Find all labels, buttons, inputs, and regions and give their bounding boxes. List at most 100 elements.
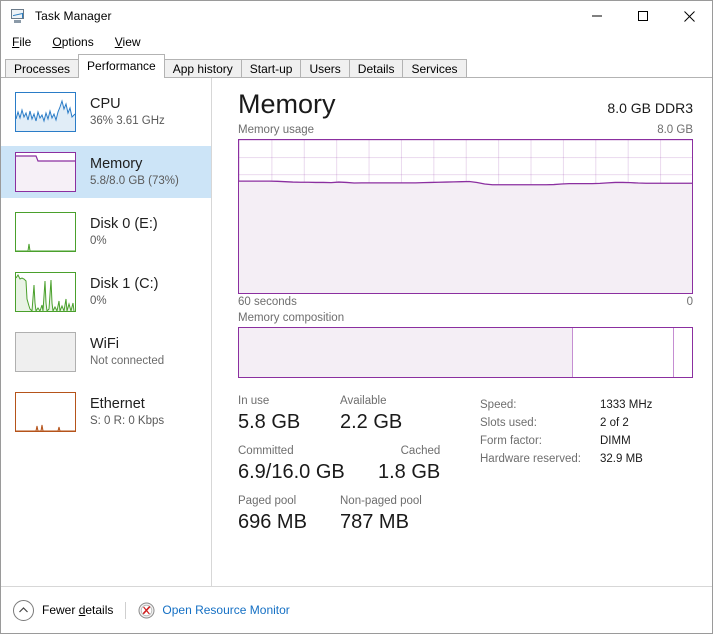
open-resource-monitor-link[interactable]: Open Resource Monitor [138, 602, 290, 619]
memory-stats-details: Speed: 1333 MHz Slots used: 2 of 2 Form … [480, 394, 652, 544]
stat-cached-value: 1.8 GB [378, 461, 441, 483]
stat-committed: Committed 6.9/16.0 GB [238, 444, 378, 485]
memory-usage-label: Memory usage [238, 124, 315, 136]
tab-performance[interactable]: Performance [78, 54, 165, 78]
sidebar-item-disk1-name: Disk 1 (C:) [90, 275, 159, 292]
sidebar-item-disk0-sub: 0% [90, 234, 107, 247]
stat-paged-pool: Paged pool 696 MB [238, 494, 340, 535]
page-title: Memory [238, 89, 336, 119]
sidebar-item-disk0-text: Disk 0 (E:) 0% [90, 216, 158, 249]
detail-speed: Speed: 1333 MHz [480, 396, 652, 414]
menu-item-file-label: ile [19, 35, 32, 49]
maximize-button[interactable] [620, 1, 666, 31]
task-manager-icon [10, 8, 27, 25]
sidebar-item-memory-name: Memory [90, 155, 143, 172]
stat-committed-value: 6.9/16.0 GB [238, 461, 345, 483]
status-divider [125, 601, 127, 619]
memory-header: Memory 8.0 GB DDR3 [238, 88, 693, 121]
minimize-button[interactable] [574, 1, 620, 31]
detail-form-factor-value: DIMM [600, 435, 631, 447]
sidebar-item-wifi-name: WiFi [90, 335, 119, 352]
sidebar-item-memory[interactable]: Memory 5.8/8.0 GB (73%) [1, 146, 211, 198]
menu-bar: File Options View [1, 31, 712, 53]
sidebar-item-cpu-text: CPU 36% 3.61 GHz [90, 96, 165, 129]
stat-committed-caption: Committed [238, 445, 294, 457]
ethernet-sparkline-icon [15, 392, 76, 432]
window-controls [574, 1, 712, 31]
detail-form-factor-key: Form factor: [480, 435, 542, 447]
sidebar-item-cpu[interactable]: CPU 36% 3.61 GHz [1, 86, 211, 138]
sidebar-item-cpu-sub: 36% 3.61 GHz [90, 114, 165, 127]
sidebar-item-wifi-text: WiFi Not connected [90, 336, 164, 369]
sidebar-item-ethernet[interactable]: Ethernet S: 0 R: 0 Kbps [1, 386, 211, 438]
tab-processes[interactable]: Processes [5, 59, 80, 78]
memory-usage-max: 8.0 GB [657, 124, 693, 136]
sidebar-item-disk1[interactable]: Disk 1 (C:) 0% [1, 266, 211, 318]
memory-usage-caption-row: Memory usage 8.0 GB [238, 124, 693, 136]
memory-composition-label: Memory composition [238, 312, 345, 324]
window-title: Task Manager [35, 9, 112, 23]
open-resource-monitor-label: Open Resource Monitor [162, 603, 290, 617]
tab-services[interactable]: Services [402, 59, 467, 78]
tab-start-up[interactable]: Start-up [240, 59, 302, 78]
stat-row-2: Committed 6.9/16.0 GB Cached 1.8 GB [238, 444, 480, 485]
stat-non-paged-pool-caption: Non-paged pool [340, 495, 422, 507]
detail-hardware-reserved: Hardware reserved: 32.9 MB [480, 450, 652, 468]
sidebar-item-wifi-sub: Not connected [90, 354, 165, 367]
sidebar-item-disk1-text: Disk 1 (C:) 0% [90, 276, 158, 309]
fewer-details-prefix: Fewer [42, 603, 79, 617]
composition-divider-2 [673, 328, 674, 377]
memory-usage-axis: 60 seconds 0 [238, 296, 693, 308]
memory-usage-graph-wrap: 60 seconds 0 [238, 139, 693, 308]
stat-non-paged-pool-value: 787 MB [340, 511, 409, 533]
tab-users[interactable]: Users [300, 59, 350, 78]
menu-item-view-label: iew [122, 35, 141, 49]
sidebar-item-cpu-name: CPU [90, 95, 121, 112]
memory-composition-bar[interactable] [238, 327, 693, 378]
detail-hardware-reserved-key: Hardware reserved: [480, 453, 581, 465]
memory-sparkline-icon [15, 152, 76, 192]
detail-slots-used: Slots used: 2 of 2 [480, 414, 652, 432]
disk0-sparkline-icon [15, 212, 76, 252]
wifi-sparkline-icon [15, 332, 76, 372]
title-bar: Task Manager [1, 1, 712, 31]
sidebar-item-disk1-sub: 0% [90, 294, 107, 307]
memory-usage-graph [238, 139, 693, 294]
cpu-sparkline-icon [15, 92, 76, 132]
performance-content: CPU 36% 3.61 GHz Memory 5.8/8.0 GB (73%) [1, 78, 712, 586]
sidebar-item-memory-sub: 5.8/8.0 GB (73%) [90, 174, 179, 187]
stat-in-use-caption: In use [238, 395, 270, 407]
axis-label-right: 0 [686, 296, 693, 308]
stat-row-1: In use 5.8 GB Available 2.2 GB [238, 394, 480, 435]
stat-row-3: Paged pool 696 MB Non-paged pool 787 MB [238, 494, 480, 535]
memory-stats-primary: In use 5.8 GB Available 2.2 GB Committed… [238, 394, 480, 544]
resource-monitor-icon [138, 602, 155, 619]
tab-app-history[interactable]: App history [163, 59, 242, 78]
memory-usage-plot [239, 180, 692, 293]
sidebar-item-ethernet-name: Ethernet [90, 395, 145, 412]
sidebar-item-disk0[interactable]: Disk 0 (E:) 0% [1, 206, 211, 258]
stat-cached: Cached 1.8 GB [378, 444, 440, 485]
status-bar: Fewer details Open Resource Monitor [1, 586, 712, 633]
detail-hardware-reserved-value: 32.9 MB [600, 453, 643, 465]
stat-paged-pool-value: 696 MB [238, 511, 307, 533]
fewer-details-button[interactable]: Fewer details [13, 599, 113, 621]
composition-divider-1 [572, 328, 573, 377]
menu-item-view[interactable]: View [113, 34, 143, 50]
detail-slots-used-key: Slots used: [480, 417, 537, 429]
stat-available: Available 2.2 GB [340, 394, 402, 435]
stat-in-use: In use 5.8 GB [238, 394, 340, 435]
detail-slots-used-value: 2 of 2 [600, 417, 629, 429]
sidebar-item-wifi[interactable]: WiFi Not connected [1, 326, 211, 378]
tab-details[interactable]: Details [348, 59, 404, 78]
menu-item-options[interactable]: Options [50, 34, 95, 50]
detail-form-factor: Form factor: DIMM [480, 432, 652, 450]
task-manager-window: Task Manager File Options View Processes… [0, 0, 713, 634]
sidebar-item-ethernet-sub: S: 0 R: 0 Kbps [90, 414, 165, 427]
detail-speed-value: 1333 MHz [600, 399, 653, 411]
menu-item-file[interactable]: File [10, 34, 33, 50]
disk1-sparkline-icon [15, 272, 76, 312]
memory-composition-wrap: Memory composition [238, 312, 693, 378]
close-button[interactable] [666, 1, 712, 31]
memory-spec: 8.0 GB DDR3 [607, 100, 693, 116]
